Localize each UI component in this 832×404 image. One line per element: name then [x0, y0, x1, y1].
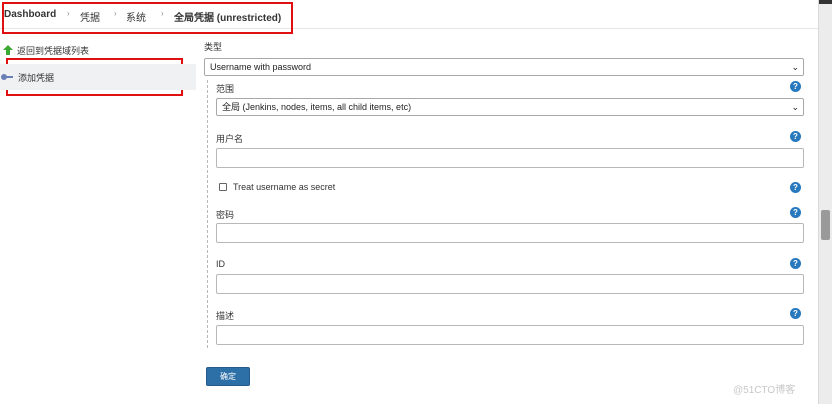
- scope-label: 范围: [216, 84, 235, 94]
- description-input[interactable]: [216, 325, 804, 345]
- scrollbar-thumb[interactable]: [821, 210, 830, 240]
- sidebar-item-label: 添加凭据: [18, 72, 55, 83]
- submit-button[interactable]: 确定: [206, 367, 250, 386]
- username-input[interactable]: [216, 148, 804, 168]
- key-icon: [1, 72, 13, 82]
- help-icon-description[interactable]: ?: [790, 308, 801, 319]
- watermark: @51CTO博客: [733, 385, 796, 396]
- scope-select[interactable]: 全局 (Jenkins, nodes, items, all child ite…: [216, 98, 804, 116]
- password-input[interactable]: [216, 223, 804, 243]
- type-label: 类型: [204, 42, 223, 52]
- help-icon-secret[interactable]: ?: [790, 182, 801, 193]
- treat-username-as-secret-checkbox[interactable]: [219, 183, 227, 191]
- help-icon-password[interactable]: ?: [790, 207, 801, 218]
- sidebar-item-label: 返回到凭据域列表: [17, 45, 90, 56]
- username-label: 用户名: [216, 134, 244, 144]
- sidebar-item-back-to-domains[interactable]: 返回到凭据域列表: [0, 42, 196, 58]
- scope-select-value: 全局 (Jenkins, nodes, items, all child ite…: [222, 102, 412, 112]
- sidebar-item-add-credentials[interactable]: 添加凭据: [0, 64, 196, 90]
- description-label: 描述: [216, 311, 235, 321]
- id-label: ID: [216, 259, 225, 269]
- chevron-down-icon: ⌄: [791, 102, 799, 112]
- password-label: 密码: [216, 210, 235, 220]
- chevron-down-icon: ⌄: [791, 62, 799, 72]
- type-select[interactable]: Username with password ⌄: [204, 58, 804, 76]
- help-icon-scope[interactable]: ?: [790, 81, 801, 92]
- type-select-value: Username with password: [210, 62, 312, 72]
- help-icon-username[interactable]: ?: [790, 131, 801, 142]
- arrow-up-icon: [3, 45, 13, 55]
- help-icon-id[interactable]: ?: [790, 258, 801, 269]
- scrollbar-top: [819, 0, 832, 4]
- scrollbar[interactable]: [818, 0, 832, 404]
- id-input[interactable]: [216, 274, 804, 294]
- treat-username-as-secret-label[interactable]: Treat username as secret: [233, 182, 335, 192]
- annotation-box-breadcrumb: [2, 2, 293, 34]
- nested-fields-divider: [207, 80, 208, 348]
